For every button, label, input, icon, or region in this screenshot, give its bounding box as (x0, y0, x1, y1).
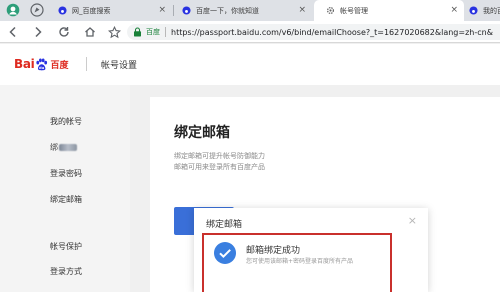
close-icon[interactable]: × (450, 5, 458, 15)
baidu-favicon-icon (469, 6, 478, 15)
sidebar-item-login-methods[interactable]: 登录方式 (50, 266, 82, 277)
settings-sidebar: 我的帐号 绑 登录密码 绑定邮箱 帐号保护 登录方式 (0, 85, 130, 292)
panel-description-line-2: 邮箱可用来登录所有百度产品 (174, 163, 265, 171)
baidu-paw-icon: du (36, 58, 48, 70)
browser-tab-2[interactable]: 百度一下，你就知道 × (176, 0, 312, 21)
browser-tab-strip: 网_百度搜索 × 百度一下，你就知道 × 帐号管理 × 我的百 (0, 0, 500, 21)
check-circle-icon (214, 242, 236, 264)
panel-description-line-1: 绑定邮箱可提升帐号防御能力 (174, 152, 265, 160)
close-icon[interactable]: × (298, 5, 306, 15)
browser-toolbar: 百度 https://passport.baidu.com/v6/bind/em… (0, 21, 500, 43)
panel-title: 绑定邮箱 (174, 125, 230, 141)
omnibox-divider (165, 27, 166, 37)
header-divider (86, 57, 87, 71)
bookmark-star-icon[interactable] (106, 24, 122, 40)
close-icon[interactable]: × (158, 5, 166, 15)
logo-text-chinese: 百度 (50, 60, 69, 71)
baidu-favicon-icon (58, 6, 67, 15)
close-icon[interactable]: × (408, 215, 417, 226)
url-text[interactable]: https://passport.baidu.com/v6/bind/email… (171, 28, 493, 37)
dialog-title: 绑定邮箱 (206, 220, 243, 230)
browser-tab-3-active[interactable]: 帐号管理 × (314, 0, 464, 21)
sidebar-item-label: 绑 (50, 143, 58, 152)
address-bar[interactable]: 百度 https://passport.baidu.com/v6/bind/em… (127, 24, 500, 40)
browser-app-icon[interactable] (30, 3, 44, 17)
sidebar-item-bind-phone[interactable]: 绑 (50, 142, 77, 153)
baidu-favicon-icon (182, 6, 191, 15)
sidebar-item-login-password[interactable]: 登录密码 (50, 168, 82, 179)
home-icon[interactable] (82, 24, 98, 40)
tab-divider (173, 5, 174, 16)
logo-text-latin: Bai (14, 57, 35, 71)
browser-tab-1[interactable]: 网_百度搜索 × (58, 0, 172, 21)
site-identity-label[interactable]: 百度 (146, 27, 160, 37)
browser-tab-1-title: 网_百度搜索 (72, 6, 111, 15)
browser-tab-2-title: 百度一下，你就知道 (196, 6, 259, 15)
sidebar-item-my-account[interactable]: 我的帐号 (50, 116, 82, 127)
lock-icon (134, 27, 141, 37)
success-title: 邮箱绑定成功 (246, 246, 301, 256)
browser-tab-4[interactable]: 我的百 (466, 0, 500, 21)
success-subtitle: 您可使用该邮箱+密码登录百度所有产品 (246, 258, 354, 265)
bind-email-dialog: 绑定邮箱 × 邮箱绑定成功 您可使用该邮箱+密码登录百度所有产品 (194, 208, 428, 292)
baidu-logo[interactable]: Bai du 百度 (14, 56, 68, 72)
forward-icon[interactable] (30, 24, 46, 40)
success-message-box: 邮箱绑定成功 您可使用该邮箱+密码登录百度所有产品 (202, 233, 392, 292)
redacted-text (59, 144, 77, 151)
browser-tab-4-title: 我的百 (483, 6, 500, 15)
sidebar-item-account-protection[interactable]: 帐号保护 (50, 241, 82, 252)
reload-icon[interactable] (56, 24, 72, 40)
sidebar-item-bind-email[interactable]: 绑定邮箱 (50, 194, 82, 205)
page-title: 帐号设置 (101, 61, 138, 71)
browser-profile-icon[interactable] (6, 3, 20, 17)
browser-tab-3-title: 帐号管理 (340, 6, 368, 15)
gear-favicon-icon (326, 6, 335, 15)
page-header: Bai du 百度 帐号设置 (0, 44, 500, 85)
svg-text:du: du (40, 66, 46, 70)
back-icon[interactable] (5, 24, 21, 40)
